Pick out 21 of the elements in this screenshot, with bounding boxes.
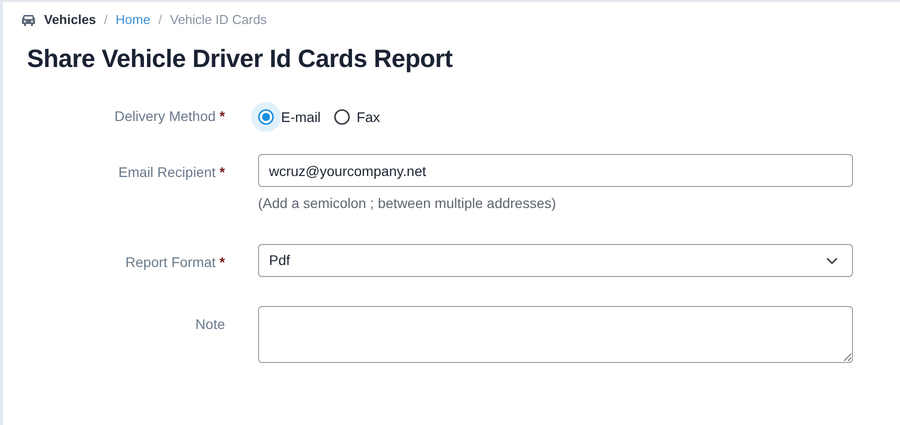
radio-option[interactable]: Fax <box>326 102 380 132</box>
breadcrumb-separator: / <box>104 11 108 30</box>
breadcrumb-current: Vehicle ID Cards <box>170 11 267 30</box>
required-asterisk: * <box>220 108 225 124</box>
required-asterisk: * <box>220 254 225 270</box>
field-label: Delivery Method <box>114 108 216 124</box>
breadcrumb-separator: / <box>158 11 162 30</box>
field-label: Note <box>195 316 225 332</box>
format-select[interactable]: Pdf <box>258 244 853 277</box>
radio-button[interactable] <box>334 109 350 125</box>
car-icon <box>21 14 36 26</box>
radio-option[interactable]: E-mail <box>251 102 321 132</box>
field-label: Email Recipient <box>118 164 216 180</box>
breadcrumb-section: Vehicles <box>44 10 96 30</box>
note-field[interactable] <box>258 306 853 363</box>
email-field[interactable]: wcruz@yourcompany.net <box>258 154 853 187</box>
help-text: (Add a semicolon ; between multiple addresses) <box>258 194 558 213</box>
field-label: Report Format <box>125 254 216 270</box>
radio-button[interactable] <box>258 109 274 125</box>
required-asterisk: * <box>220 164 225 180</box>
page-title: Share Vehicle Driver Id Cards Report <box>27 44 454 74</box>
